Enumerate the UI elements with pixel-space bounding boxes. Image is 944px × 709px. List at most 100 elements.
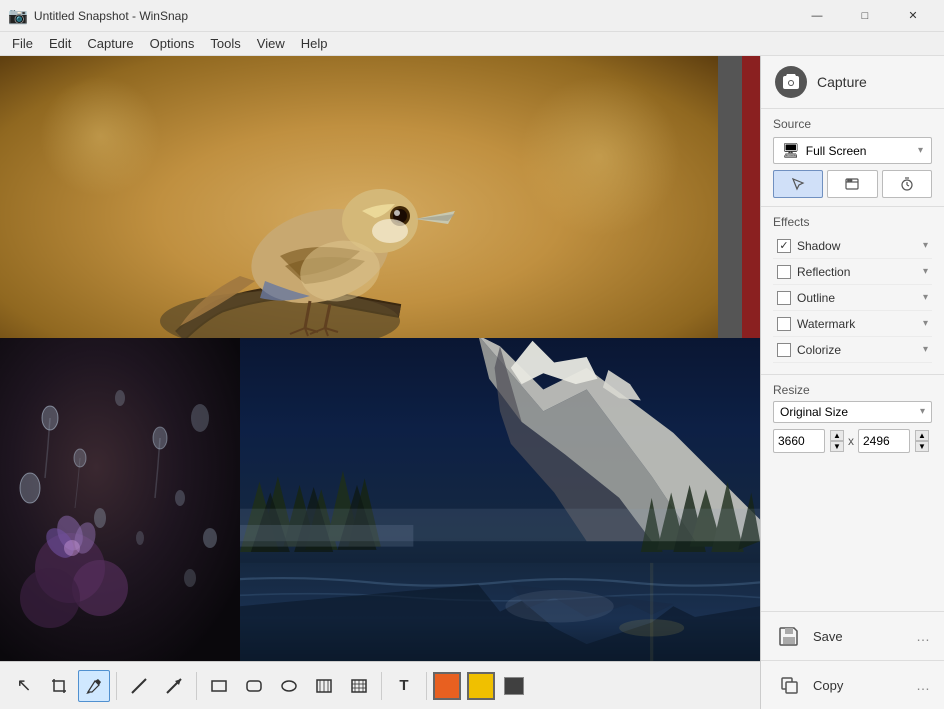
menu-help[interactable]: Help bbox=[293, 34, 336, 53]
window-title: Untitled Snapshot - WinSnap bbox=[34, 9, 794, 23]
menu-view[interactable]: View bbox=[249, 34, 293, 53]
source-controls bbox=[773, 170, 932, 198]
background-color-swatch[interactable] bbox=[467, 672, 495, 700]
rounded-rect-tool[interactable] bbox=[238, 670, 270, 702]
shadow-checkbox[interactable] bbox=[777, 239, 791, 253]
line-tool[interactable] bbox=[123, 670, 155, 702]
copy-label: Copy bbox=[813, 678, 906, 693]
canvas-area: ↖ bbox=[0, 56, 760, 709]
app-icon: 📷 bbox=[8, 6, 28, 26]
menu-tools[interactable]: Tools bbox=[202, 34, 248, 53]
effect-outline[interactable]: Outline ▾ bbox=[773, 285, 932, 311]
height-up-button[interactable]: ▲ bbox=[915, 430, 929, 441]
shadow-label: Shadow bbox=[797, 239, 923, 253]
ellipse-tool[interactable] bbox=[273, 670, 305, 702]
width-spinners: ▲ ▼ bbox=[830, 430, 844, 452]
shadow-expand-icon[interactable]: ▾ bbox=[923, 240, 928, 251]
effects-label: Effects bbox=[773, 215, 932, 229]
colorize-label: Colorize bbox=[797, 343, 923, 357]
watermark-label: Watermark bbox=[797, 317, 923, 331]
effect-colorize[interactable]: Colorize ▾ bbox=[773, 337, 932, 363]
effects-section: Effects Shadow ▾ Reflection ▾ Outline ▾ bbox=[761, 207, 944, 374]
watermark-checkbox[interactable] bbox=[777, 317, 791, 331]
resize-dropdown[interactable]: Original Size ▾ bbox=[773, 401, 932, 423]
outline-expand-icon[interactable]: ▾ bbox=[923, 292, 928, 303]
image-display bbox=[0, 56, 760, 661]
colorize-expand-icon[interactable]: ▾ bbox=[923, 344, 928, 355]
watermark-expand-icon[interactable]: ▾ bbox=[923, 318, 928, 329]
menu-file[interactable]: File bbox=[4, 34, 41, 53]
spacer bbox=[761, 461, 944, 612]
resize-label: Resize bbox=[773, 383, 932, 397]
close-button[interactable]: ✕ bbox=[890, 0, 936, 32]
maximize-button[interactable]: □ bbox=[842, 0, 888, 32]
separator-1 bbox=[116, 672, 117, 700]
save-button[interactable]: Save … bbox=[761, 611, 944, 660]
resize-dropdown-arrow-icon: ▾ bbox=[920, 406, 925, 417]
colorize-checkbox[interactable] bbox=[777, 343, 791, 357]
save-label: Save bbox=[813, 629, 906, 644]
effect-reflection[interactable]: Reflection ▾ bbox=[773, 259, 932, 285]
minimize-button[interactable]: — bbox=[794, 0, 840, 32]
pointer-tool[interactable]: ↖ bbox=[8, 670, 40, 702]
outline-label: Outline bbox=[797, 291, 923, 305]
copy-icon bbox=[775, 671, 803, 699]
reflection-expand-icon[interactable]: ▾ bbox=[923, 266, 928, 277]
monitor-icon: 🖥 bbox=[782, 142, 800, 159]
width-input[interactable]: 3660 bbox=[773, 429, 825, 453]
source-dropdown[interactable]: 🖥 Full Screen ▾ bbox=[773, 137, 932, 164]
separator-2 bbox=[196, 672, 197, 700]
copy-button[interactable]: Copy … bbox=[761, 660, 944, 709]
height-input[interactable]: 2496 bbox=[858, 429, 910, 453]
crop-tool[interactable] bbox=[43, 670, 75, 702]
text-tool[interactable]: T bbox=[388, 670, 420, 702]
glass-photo bbox=[0, 338, 240, 661]
save-icon bbox=[775, 622, 803, 650]
glass-image bbox=[0, 338, 240, 661]
width-up-button[interactable]: ▲ bbox=[830, 430, 844, 441]
menu-edit[interactable]: Edit bbox=[41, 34, 79, 53]
menu-options[interactable]: Options bbox=[142, 34, 203, 53]
timer-source-btn[interactable] bbox=[882, 170, 932, 198]
width-down-button[interactable]: ▼ bbox=[830, 441, 844, 452]
window-source-btn[interactable] bbox=[827, 170, 877, 198]
height-spinners: ▲ ▼ bbox=[915, 430, 929, 452]
menu-capture[interactable]: Capture bbox=[79, 34, 141, 53]
right-panel: Capture Source 🖥 Full Screen ▾ bbox=[760, 56, 944, 709]
save-ellipsis: … bbox=[916, 628, 930, 644]
separator-3 bbox=[381, 672, 382, 700]
forest-photo bbox=[240, 338, 760, 661]
line-width-indicator[interactable] bbox=[504, 677, 524, 695]
effect-shadow[interactable]: Shadow ▾ bbox=[773, 233, 932, 259]
arrow-tool[interactable] bbox=[158, 670, 190, 702]
crosshatch-tool[interactable] bbox=[343, 670, 375, 702]
resize-value: Original Size bbox=[780, 405, 920, 419]
foreground-color-swatch[interactable] bbox=[433, 672, 461, 700]
resize-dimensions: 3660 ▲ ▼ x 2496 ▲ ▼ bbox=[773, 429, 932, 453]
reflection-label: Reflection bbox=[797, 265, 923, 279]
red-border bbox=[742, 56, 760, 376]
pen-tool[interactable] bbox=[78, 670, 110, 702]
resize-section: Resize Original Size ▾ 3660 ▲ ▼ x 2496 ▲ bbox=[761, 374, 944, 461]
bird-photo bbox=[0, 56, 718, 376]
source-section: Source 🖥 Full Screen ▾ bbox=[761, 109, 944, 207]
rectangle-tool[interactable] bbox=[203, 670, 235, 702]
effect-watermark[interactable]: Watermark ▾ bbox=[773, 311, 932, 337]
cursor-source-btn[interactable] bbox=[773, 170, 823, 198]
toolbar: ↖ bbox=[0, 661, 760, 709]
source-value: Full Screen bbox=[806, 144, 912, 158]
dropdown-arrow-icon: ▾ bbox=[918, 145, 923, 156]
source-label: Source bbox=[773, 117, 932, 131]
reflection-checkbox[interactable] bbox=[777, 265, 791, 279]
camera-icon bbox=[775, 66, 807, 98]
dimension-separator: x bbox=[848, 434, 854, 448]
titlebar: 📷 Untitled Snapshot - WinSnap — □ ✕ bbox=[0, 0, 944, 32]
hatched-rect-tool[interactable] bbox=[308, 670, 340, 702]
menubar: File Edit Capture Options Tools View Hel… bbox=[0, 32, 944, 56]
capture-button[interactable]: Capture bbox=[761, 56, 944, 109]
height-down-button[interactable]: ▼ bbox=[915, 441, 929, 452]
outline-checkbox[interactable] bbox=[777, 291, 791, 305]
forest-image bbox=[240, 338, 760, 661]
capture-label: Capture bbox=[817, 74, 867, 90]
window-controls: — □ ✕ bbox=[794, 0, 936, 32]
